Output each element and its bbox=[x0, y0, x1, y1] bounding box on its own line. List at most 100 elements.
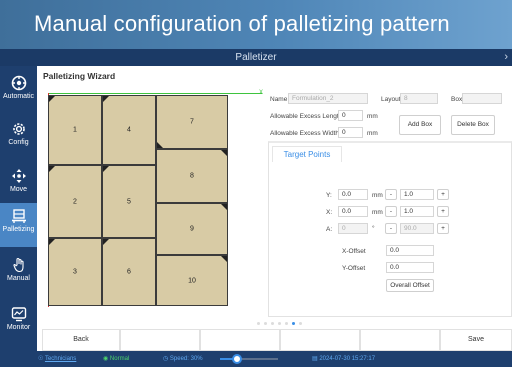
layout-field[interactable]: 8 bbox=[400, 93, 438, 104]
overall-offset-button[interactable]: Overall Offset bbox=[386, 279, 434, 292]
page-dot[interactable] bbox=[299, 322, 302, 325]
excess-width-field[interactable]: 0 bbox=[338, 127, 363, 138]
palletizing-icon bbox=[11, 209, 26, 223]
a-field[interactable]: 0 bbox=[338, 223, 368, 234]
sidebar-item-label: Manual bbox=[7, 275, 30, 282]
y-offset-field[interactable]: 0.0 bbox=[386, 262, 434, 273]
y-step-field[interactable]: 1.0 bbox=[400, 189, 434, 200]
y-increment-button[interactable]: + bbox=[437, 189, 449, 200]
run-state-label: Normal bbox=[109, 356, 130, 362]
back-button[interactable]: Back bbox=[42, 329, 120, 351]
sidebar-item-move[interactable]: Move bbox=[0, 163, 37, 205]
x-field[interactable]: 0.0 bbox=[338, 206, 368, 217]
sidebar-item-palletizing[interactable]: Palletizing bbox=[0, 203, 37, 247]
excess-width-unit: mm bbox=[367, 130, 378, 137]
page-dot[interactable] bbox=[264, 322, 267, 325]
box-orientation-marker bbox=[221, 150, 227, 156]
x-decrement-button[interactable]: - bbox=[385, 206, 397, 217]
user-status[interactable]: ☉ Technicians bbox=[38, 351, 76, 367]
y-offset-label: Y-Offset bbox=[342, 265, 366, 272]
speed-slider[interactable] bbox=[220, 358, 278, 360]
box-number: 5 bbox=[127, 198, 131, 205]
hand-icon bbox=[12, 257, 24, 273]
speed-label: Speed: 30% bbox=[169, 356, 203, 362]
footer-toolbar: Back Save bbox=[37, 329, 512, 351]
add-box-button[interactable]: Add Box bbox=[399, 115, 441, 135]
sidebar-item-label: Automatic bbox=[2, 93, 35, 100]
run-state: ◉ Normal bbox=[103, 351, 129, 367]
box-orientation-marker bbox=[103, 166, 109, 172]
layout-label: Layout bbox=[381, 96, 401, 103]
sidebar: Automatic Config Move Palletizing Manual bbox=[0, 66, 37, 367]
box-number: 6 bbox=[127, 268, 131, 276]
pallet-box[interactable]: 5 bbox=[102, 165, 156, 238]
box-number: 10 bbox=[188, 277, 196, 284]
window-title: Palletizer bbox=[235, 52, 277, 63]
close-icon[interactable]: › bbox=[504, 49, 508, 66]
y-field[interactable]: 0.0 bbox=[338, 189, 368, 200]
excess-length-label: Allowable Excess Length bbox=[270, 113, 343, 120]
excess-width-label: Allowable Excess Width bbox=[270, 130, 339, 137]
pallet-box[interactable]: 10 bbox=[156, 255, 228, 306]
speed-slider-handle[interactable] bbox=[232, 354, 243, 364]
page-banner: Manual configuration of palletizing patt… bbox=[0, 0, 512, 49]
target-points-form: Y: 0.0 mm - 1.0 + X: 0.0 mm - 1.0 + A: 0… bbox=[269, 143, 512, 319]
box-field[interactable] bbox=[462, 93, 502, 104]
page-dot[interactable] bbox=[271, 322, 274, 325]
a-unit: ° bbox=[372, 225, 375, 232]
sidebar-item-monitor[interactable]: Monitor bbox=[0, 301, 37, 343]
formulation-form: Name Formulation_2 Layout 8 Box Allowabl… bbox=[37, 66, 512, 146]
delete-box-button[interactable]: Delete Box bbox=[451, 115, 495, 135]
a-increment-button[interactable]: + bbox=[437, 223, 449, 234]
y-decrement-button[interactable]: - bbox=[385, 189, 397, 200]
x-increment-button[interactable]: + bbox=[437, 206, 449, 217]
name-label: Name bbox=[270, 96, 288, 103]
name-field[interactable]: Formulation_2 bbox=[288, 93, 368, 104]
sidebar-item-config[interactable]: Config bbox=[0, 116, 37, 158]
page-dot-active[interactable] bbox=[292, 322, 295, 325]
pallet-box[interactable]: 2 bbox=[48, 165, 102, 238]
box-orientation-marker bbox=[103, 239, 109, 245]
target-points-panel: Target Points Y: 0.0 mm - 1.0 + X: 0.0 m… bbox=[268, 141, 512, 317]
x-step-field[interactable]: 1.0 bbox=[400, 206, 434, 217]
main-panel: Palletizing Wizard X 1 2 3 4 5 6 7 8 9 1… bbox=[37, 66, 512, 367]
config-icon bbox=[12, 123, 25, 135]
sidebar-item-automatic[interactable]: Automatic bbox=[0, 70, 37, 112]
excess-length-field[interactable]: 0 bbox=[338, 110, 363, 121]
pallet-box[interactable]: 3 bbox=[48, 238, 102, 306]
user-role: Technicians bbox=[44, 356, 77, 362]
move-icon bbox=[11, 169, 26, 183]
footer-slot bbox=[200, 329, 280, 351]
a-step-field[interactable]: 90.0 bbox=[400, 223, 434, 234]
x-offset-field[interactable]: 0.0 bbox=[386, 245, 434, 256]
user-icon: ☉ bbox=[38, 356, 44, 362]
page-dot[interactable] bbox=[285, 322, 288, 325]
box-orientation-marker bbox=[49, 166, 55, 172]
save-button[interactable]: Save bbox=[440, 329, 512, 351]
a-decrement-button[interactable]: - bbox=[385, 223, 397, 234]
pallet-box[interactable]: 6 bbox=[102, 238, 156, 306]
box-number: 2 bbox=[73, 198, 77, 205]
box-orientation-marker bbox=[221, 204, 227, 210]
banner-title: Manual configuration of palletizing patt… bbox=[34, 11, 450, 36]
datetime-readout: ▤ 2024-07-30 15:27:17 bbox=[312, 351, 375, 367]
page-dot[interactable] bbox=[257, 322, 260, 325]
sidebar-item-manual[interactable]: Manual bbox=[0, 252, 37, 294]
page-dot[interactable] bbox=[278, 322, 281, 325]
sidebar-item-label: Monitor bbox=[6, 324, 31, 331]
pallet-box[interactable]: 9 bbox=[156, 203, 228, 255]
box-orientation-marker bbox=[221, 256, 227, 262]
x-label: X: bbox=[326, 209, 333, 216]
excess-length-unit: mm bbox=[367, 113, 378, 120]
speed-icon: ◷ bbox=[163, 356, 169, 362]
box-number: 8 bbox=[190, 172, 194, 180]
x-offset-label: X-Offset bbox=[342, 248, 366, 255]
x-unit: mm bbox=[372, 209, 383, 216]
footer-slot bbox=[360, 329, 440, 351]
automatic-icon bbox=[11, 75, 26, 91]
status-bar: ☉ Technicians ◉ Normal ◷ Speed: 30% ▤ 20… bbox=[0, 351, 512, 367]
sidebar-item-label: Palletizing bbox=[2, 226, 35, 233]
pallet-box[interactable]: 8 bbox=[156, 149, 228, 203]
window-titlebar: Palletizer › bbox=[0, 49, 512, 66]
datetime-label: 2024-07-30 15:27:17 bbox=[319, 356, 376, 362]
